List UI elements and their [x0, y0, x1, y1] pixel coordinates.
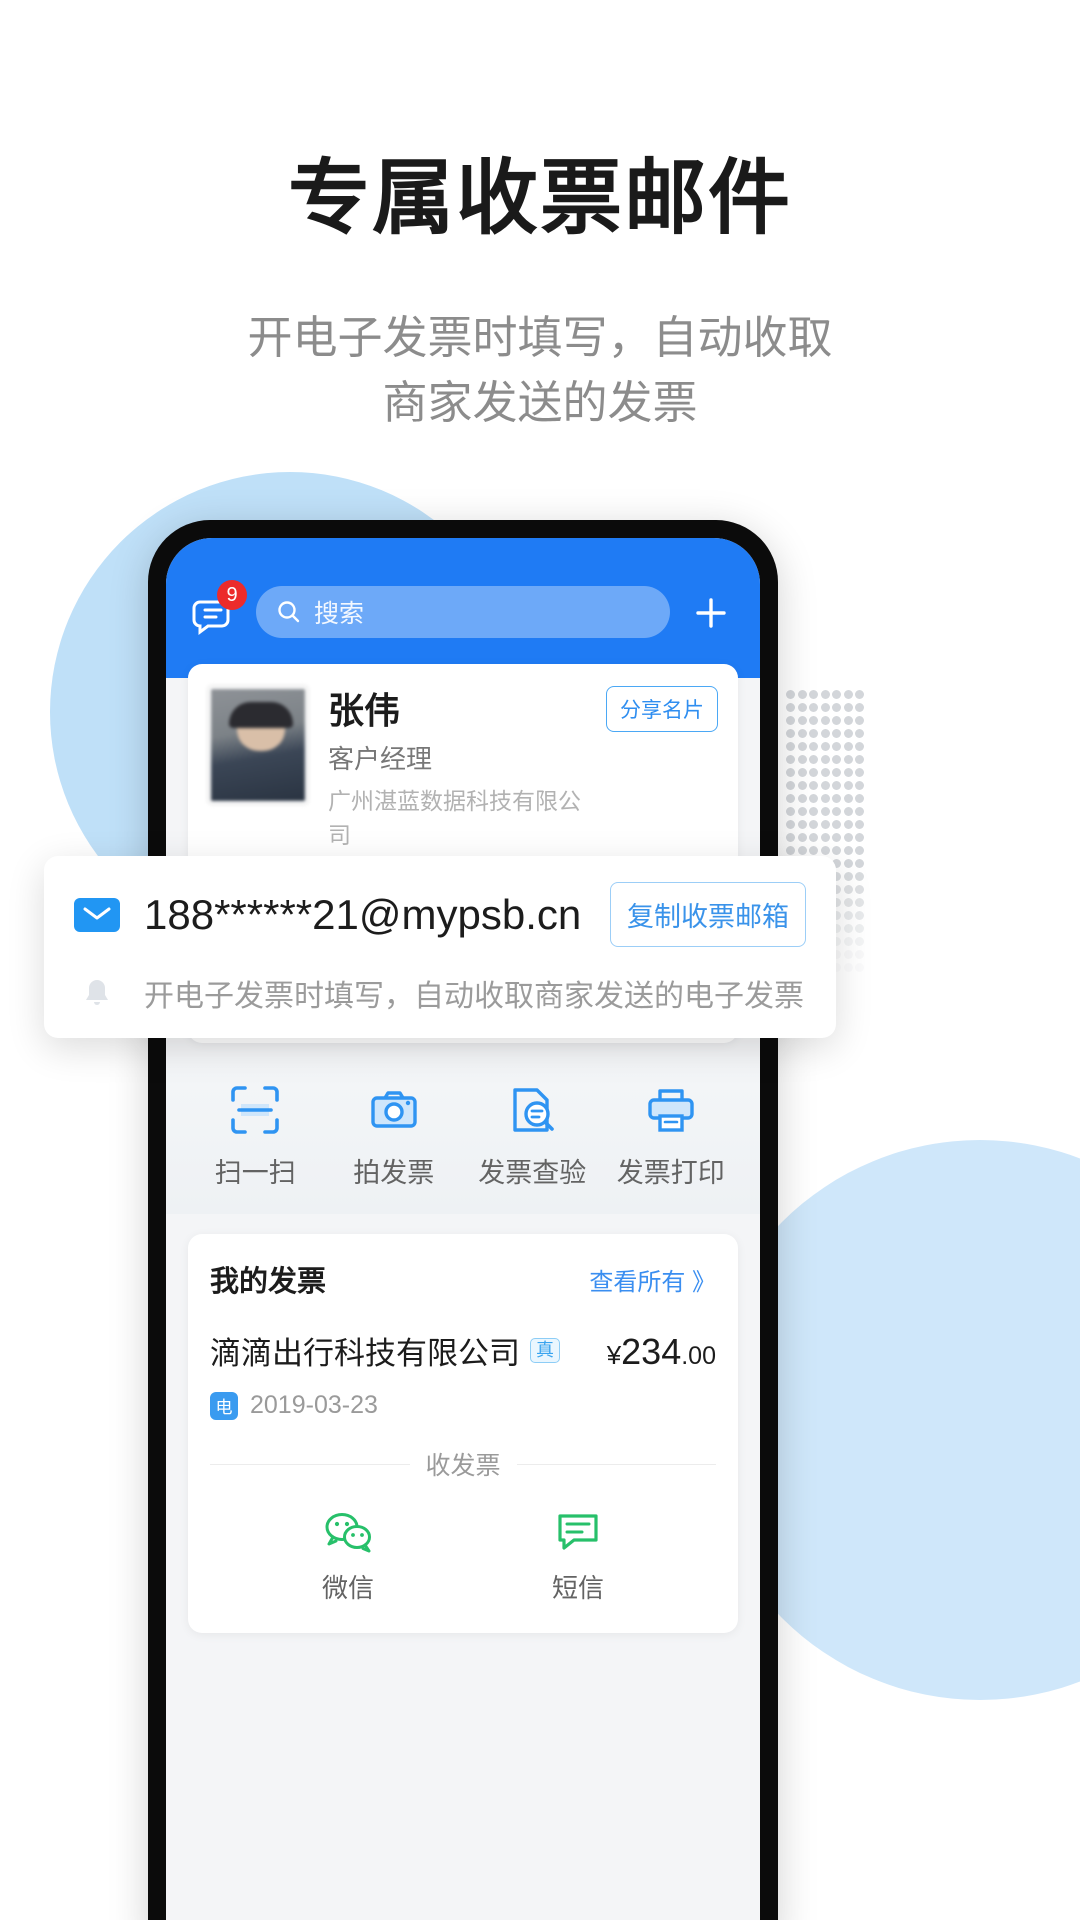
email-overlay-card: 188******21@mypsb.cn 复制收票邮箱 开电子发票时填写，自动收…	[44, 856, 836, 1038]
share-card-button[interactable]: 分享名片	[606, 686, 718, 732]
amount-integer: 234	[621, 1331, 682, 1372]
quick-action-photo[interactable]: 拍发票	[335, 1083, 453, 1190]
email-note-row: 开电子发票时填写，自动收取商家发送的电子发票	[74, 971, 806, 1015]
document-search-icon	[473, 1083, 591, 1137]
share-options-row: 微信 短信	[210, 1508, 716, 1611]
share-option-label: 短信	[551, 1573, 604, 1603]
wechat-icon	[293, 1508, 403, 1556]
search-icon	[278, 601, 300, 623]
email-note-text: 开电子发票时填写，自动收取商家发送的电子发票	[144, 980, 804, 1013]
sms-icon	[523, 1508, 633, 1556]
search-placeholder: 搜索	[314, 600, 365, 628]
scan-icon	[196, 1083, 314, 1137]
copy-email-button[interactable]: 复制收票邮箱	[610, 882, 806, 947]
invoice-meta: 电 2019-03-23	[210, 1391, 716, 1420]
plus-icon[interactable]	[688, 590, 734, 636]
invoice-amount: ¥234.00	[607, 1331, 716, 1373]
invoice-company: 滴滴出行科技有限公司 真	[210, 1328, 560, 1373]
divider-line-left	[210, 1463, 410, 1465]
unread-badge: 9	[217, 580, 247, 610]
message-icon[interactable]: 9	[192, 580, 247, 636]
quick-action-verify[interactable]: 发票查验	[473, 1083, 591, 1190]
profile-text: 张伟 客户经理 广州湛蓝数据科技有限公司	[328, 686, 586, 850]
bell-icon	[74, 977, 120, 1009]
invoices-header: 我的发票 查看所有 》	[210, 1258, 716, 1300]
profile-job-title: 客户经理	[328, 744, 433, 774]
divider-line-right	[516, 1463, 717, 1465]
camera-icon	[335, 1083, 453, 1137]
promo-page: 专属收票邮件 开电子发票时填写，自动收取 商家发送的发票 9 搜索 张伟 客户经…	[0, 0, 1080, 1920]
phone-screen: 9 搜索 张伟 客户经理 广州湛蓝数据科技有限公司 分享名片 扫一扫 拍发票 发…	[166, 538, 760, 1920]
email-row: 188******21@mypsb.cn 复制收票邮箱	[74, 882, 806, 947]
divider-label: 收发票	[425, 1452, 501, 1480]
quick-action-print[interactable]: 发票打印	[612, 1083, 730, 1190]
share-option-label: 微信	[321, 1573, 374, 1603]
view-all-link[interactable]: 查看所有 》	[589, 1262, 716, 1297]
receipt-email-address: 188******21@mypsb.cn	[144, 890, 582, 938]
phone-mockup: 9 搜索 张伟 客户经理 广州湛蓝数据科技有限公司 分享名片 扫一扫 拍发票 发…	[148, 520, 778, 1920]
subtitle-line-2: 商家发送的发票	[382, 377, 698, 429]
quick-action-label: 发票查验	[478, 1158, 587, 1188]
section-divider: 收发票	[210, 1446, 717, 1482]
subtitle-line-1: 开电子发票时填写，自动收取	[247, 312, 833, 363]
profile-row: 张伟 客户经理 广州湛蓝数据科技有限公司 分享名片	[208, 686, 718, 850]
amount-decimal: .00	[681, 1342, 716, 1370]
invoice-company-name: 滴滴出行科技有限公司	[210, 1336, 520, 1371]
my-invoices-card: 我的发票 查看所有 》 滴滴出行科技有限公司 真 ¥234.00 电 2019-…	[188, 1234, 738, 1633]
page-subtitle: 开电子发票时填写，自动收取 商家发送的发票	[0, 305, 1080, 436]
search-input[interactable]: 搜索	[256, 586, 670, 638]
invoice-date: 2019-03-23	[250, 1391, 378, 1419]
currency-symbol: ¥	[606, 1340, 622, 1370]
verified-tag: 真	[530, 1337, 560, 1364]
invoices-title: 我的发票	[210, 1266, 327, 1298]
app-header: 9 搜索	[166, 538, 760, 678]
quick-action-label: 拍发票	[353, 1158, 435, 1188]
printer-icon	[612, 1083, 730, 1137]
quick-action-label: 扫一扫	[214, 1158, 296, 1188]
avatar	[208, 686, 308, 804]
quick-action-scan[interactable]: 扫一扫	[196, 1083, 314, 1190]
invoice-type-tag: 电	[210, 1391, 238, 1420]
invoice-row[interactable]: 滴滴出行科技有限公司 真 ¥234.00	[210, 1328, 716, 1373]
quick-actions-bar: 扫一扫 拍发票 发票查验 发票打印	[166, 1057, 760, 1214]
page-title: 专属收票邮件	[287, 153, 792, 244]
profile-name: 张伟	[328, 690, 401, 731]
profile-company: 广州湛蓝数据科技有限公司	[328, 788, 581, 848]
share-option-wechat[interactable]: 微信	[293, 1508, 403, 1605]
quick-action-label: 发票打印	[616, 1158, 725, 1188]
share-option-sms[interactable]: 短信	[523, 1508, 633, 1605]
mail-icon	[74, 897, 120, 932]
